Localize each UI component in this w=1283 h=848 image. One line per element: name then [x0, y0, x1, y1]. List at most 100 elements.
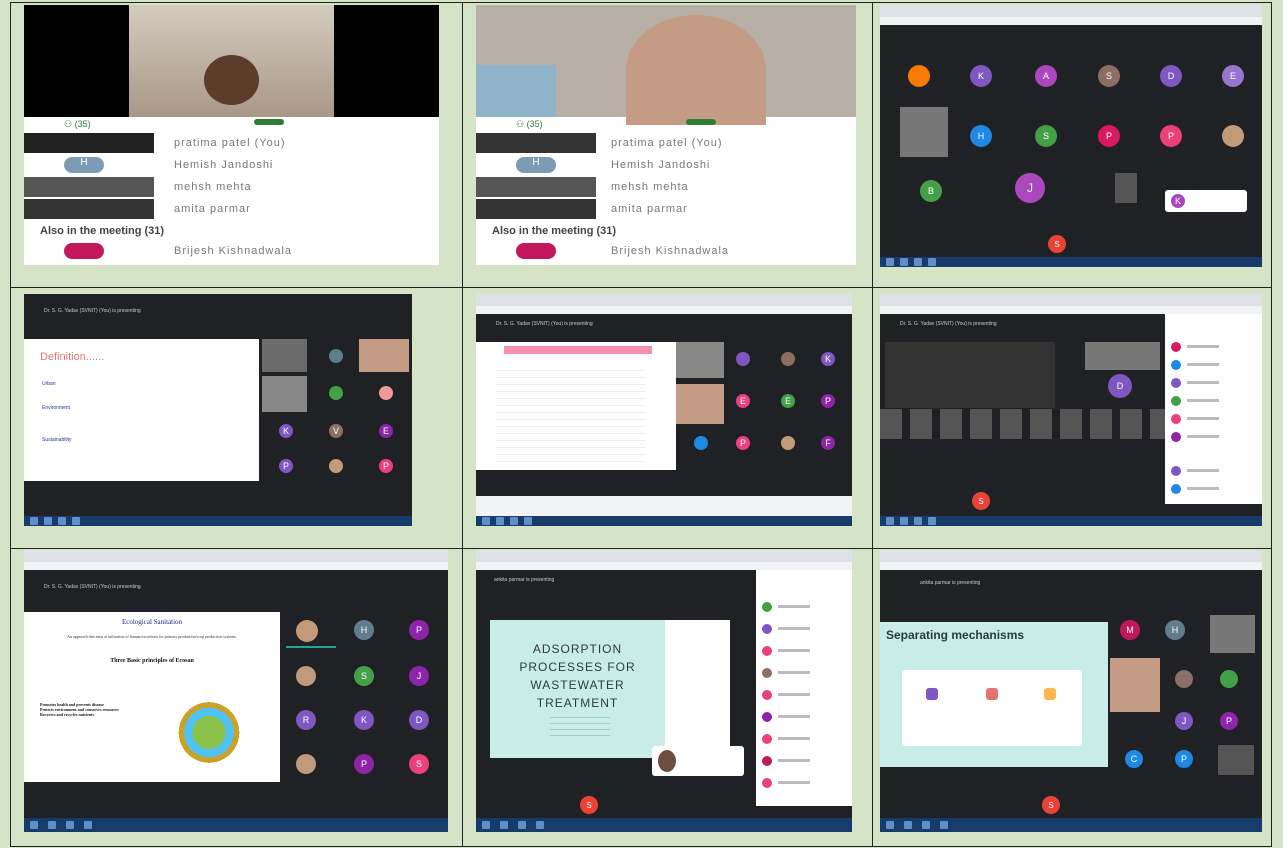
participant-row[interactable]: mehsh mehta — [476, 177, 856, 199]
slide-decoration — [665, 620, 730, 758]
participant-name: Brijesh Kishnadwala — [174, 245, 293, 257]
meeting-controls: S — [880, 231, 1262, 257]
cell-meet-presenting-ecosan: Dr. S. G. Yadav (SVNIT) (You) is present… — [24, 550, 448, 832]
cell-meet-presenting-3: Dr. S. G. Yadav (SVNIT) (You) is present… — [880, 294, 1262, 526]
participant-list-item[interactable] — [1165, 394, 1262, 408]
address-bar[interactable] — [24, 562, 448, 570]
participant-list-item[interactable] — [1165, 412, 1262, 426]
end-call-button[interactable]: S — [972, 492, 990, 510]
participant-row[interactable]: amita parmar — [24, 199, 439, 221]
popup-card: K — [1165, 190, 1247, 212]
participant-row[interactable]: pratima patel (You) — [476, 133, 856, 155]
participant-list-item[interactable] — [756, 644, 852, 658]
participant-list-item[interactable] — [1165, 358, 1262, 372]
participant-list-item[interactable] — [756, 688, 852, 702]
participant-name: amita parmar — [611, 203, 688, 215]
grid-divider — [11, 548, 1271, 549]
top-bar: Dr. S. G. Yadav (SVNIT) (You) is present… — [24, 294, 412, 330]
cell-phone-participants-2: ⚇ (35) pratima patel (You) H Hemish Jand… — [476, 5, 856, 265]
participant-name: amita parmar — [174, 203, 251, 215]
presenting-banner: Dr. S. G. Yadav (SVNIT) (You) is present… — [44, 584, 141, 590]
participants-count[interactable]: ⚇ (35) — [64, 119, 91, 130]
participant-row[interactable]: H Hemish Jandoshi — [24, 155, 439, 177]
participant-row[interactable]: Brijesh Kishnadwala — [476, 241, 856, 263]
participant-tile: E — [1222, 65, 1244, 87]
participant-tile — [296, 620, 318, 642]
chat-tab[interactable] — [254, 119, 284, 125]
participant-tile: K — [821, 352, 835, 366]
address-bar[interactable] — [880, 306, 1262, 314]
end-call-button[interactable]: S — [1048, 235, 1066, 253]
grid-divider — [872, 3, 873, 846]
presenting-banner: ankita parmar is presenting — [920, 580, 981, 586]
browser-tabs — [880, 550, 1262, 562]
chat-tab[interactable] — [686, 119, 716, 125]
participant-list-item[interactable] — [756, 600, 852, 614]
video-tile — [1110, 658, 1160, 712]
mechanism-icon — [1044, 688, 1056, 700]
participant-tile: V — [329, 424, 343, 438]
top-bar: Dr. S. G. Yadav (SVNIT) (You) is present… — [24, 570, 448, 610]
participant-tile: B — [920, 180, 942, 202]
participant-list-item[interactable] — [756, 710, 852, 724]
participant-tile: H — [1165, 620, 1185, 640]
cell-meet-presenting-2: Dr. S. G. Yadav (SVNIT) (You) is present… — [476, 294, 852, 526]
participants-count[interactable]: ⚇ (35) — [516, 119, 543, 130]
cell-meet-gallery: K A S D E H S P P B J K S — [880, 5, 1262, 267]
slide-heading: Three Basic principles of Ecosan — [110, 658, 194, 664]
cell-phone-participants-1: ⚇ (35) pratima patel (You) H Hemish Jand… — [24, 5, 439, 265]
participant-tile — [329, 459, 343, 473]
presenting-banner: Dr. S. G. Yadav (SVNIT) (You) is present… — [44, 308, 141, 314]
shared-slide — [476, 342, 676, 470]
participant-tile: H — [970, 125, 992, 147]
browser-tabs — [880, 294, 1262, 306]
participant-tile — [1222, 125, 1244, 147]
video-tile — [262, 339, 307, 372]
grid-divider — [11, 287, 1271, 288]
address-bar[interactable] — [880, 562, 1262, 570]
participant-tile — [1220, 670, 1238, 688]
participant-list-item[interactable] — [1165, 430, 1262, 444]
participant-list-item[interactable] — [1165, 376, 1262, 390]
participant-row[interactable]: pratima patel (You) — [24, 133, 439, 155]
windows-taskbar — [880, 818, 1262, 832]
participant-list-item[interactable] — [756, 622, 852, 636]
video-tile — [1085, 342, 1160, 370]
participant-tile: S — [1035, 125, 1057, 147]
participant-list-item[interactable] — [1165, 340, 1262, 354]
video-tile — [676, 384, 724, 424]
participant-list-item[interactable] — [1165, 482, 1262, 496]
end-call-button[interactable]: S — [1042, 796, 1060, 814]
slide-item: Urban — [42, 381, 56, 387]
participant-list-item[interactable] — [756, 666, 852, 680]
cell-meet-presenting-adsorption: ankita parmar is presenting ADSORPTION P… — [476, 550, 852, 832]
participant-row[interactable]: mehsh mehta — [24, 177, 439, 199]
video-tile — [1218, 745, 1254, 775]
participant-list-item[interactable] — [1165, 464, 1262, 478]
slide-item: Environment — [42, 405, 71, 411]
meeting-controls: S — [880, 792, 1262, 818]
address-bar[interactable] — [476, 306, 852, 314]
slide-subtitle: An approach that aims at utilization of … — [67, 634, 237, 639]
participant-row[interactable]: Brijesh Kishnadwala — [24, 241, 439, 263]
participant-list-item[interactable] — [756, 776, 852, 790]
windows-taskbar — [24, 516, 412, 526]
participant-list-item[interactable] — [756, 754, 852, 768]
participant-row[interactable]: amita parmar — [476, 199, 856, 221]
participant-tile: P — [821, 394, 835, 408]
address-bar[interactable] — [880, 17, 1262, 25]
participant-tile — [296, 754, 316, 774]
participant-row[interactable]: H Hemish Jandoshi — [476, 155, 856, 177]
participant-tile — [694, 436, 708, 450]
participant-name: pratima patel (You) — [174, 137, 286, 149]
address-bar[interactable] — [476, 562, 852, 570]
participant-list-item[interactable] — [756, 732, 852, 746]
participant-name: Brijesh Kishnadwala — [611, 245, 730, 257]
slide-title: ADSORPTION PROCESSES FOR WASTEWATER TREA… — [519, 642, 636, 710]
shared-slide: Separating mechanisms — [880, 622, 1108, 767]
end-call-button[interactable]: S — [580, 796, 598, 814]
participant-tile: P — [409, 620, 429, 640]
video-tile — [676, 342, 724, 378]
slide-point: Recovers and recycles nutrients — [40, 712, 95, 717]
presenting-banner: Dr. S. G. Yadav (SVNIT) (You) is present… — [900, 321, 997, 327]
